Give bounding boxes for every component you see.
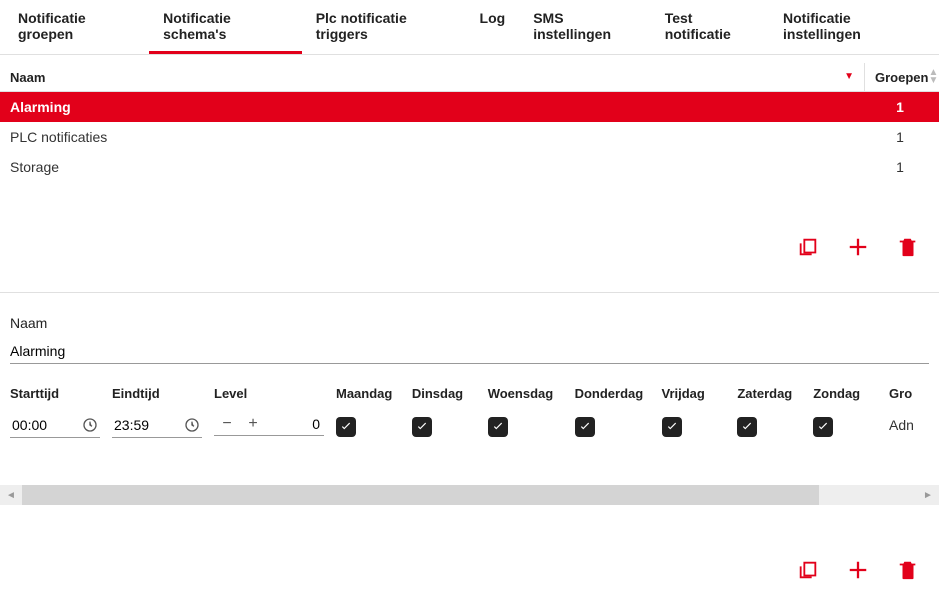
col-zondag: Zondag: [813, 386, 877, 441]
checkbox-donderdag[interactable]: [575, 417, 595, 437]
delete-icon[interactable]: [897, 236, 919, 258]
clock-icon[interactable]: [82, 417, 98, 433]
checkbox-maandag[interactable]: [336, 417, 356, 437]
cell-groepen: 1: [871, 159, 929, 175]
tab-notificatie-schemas[interactable]: Notificatie schema's: [149, 0, 302, 54]
tab-sms-instellingen[interactable]: SMS instellingen: [519, 0, 650, 54]
scroll-left-button[interactable]: ◄: [0, 485, 22, 505]
header-zaterdag: Zaterdag: [737, 386, 801, 413]
add-icon[interactable]: [847, 559, 869, 581]
add-icon[interactable]: [847, 236, 869, 258]
column-header-groepen-label: Groepen: [875, 70, 928, 85]
col-donderdag: Donderdag: [575, 386, 650, 441]
table-row[interactable]: PLC notificaties 1: [0, 122, 939, 152]
column-header-groepen[interactable]: Groepen ▲▼: [865, 63, 939, 91]
header-maandag: Maandag: [336, 386, 400, 413]
cell-naam: Storage: [10, 159, 871, 175]
header-dinsdag: Dinsdag: [412, 386, 476, 413]
tab-log[interactable]: Log: [466, 0, 520, 54]
col-level: Level − +: [214, 386, 324, 441]
copy-icon[interactable]: [797, 236, 819, 258]
schedule-grid: Starttijd Eindtijd Level − + Maandag Din…: [0, 386, 939, 441]
col-eindtijd: Eindtijd: [112, 386, 202, 441]
starttijd-input[interactable]: [10, 413, 100, 438]
groep-overflow-value: Adn: [889, 413, 929, 433]
schedule-actions: [0, 545, 939, 595]
col-vrijdag: Vrijdag: [662, 386, 726, 441]
cell-naam: Alarming: [10, 99, 871, 115]
scroll-track[interactable]: [22, 485, 917, 505]
copy-icon[interactable]: [797, 559, 819, 581]
table-row[interactable]: Alarming 1: [0, 92, 939, 122]
checkbox-zondag[interactable]: [813, 417, 833, 437]
sort-icon-naam[interactable]: ▼: [844, 73, 854, 81]
header-groep-overflow: Gro: [889, 386, 929, 413]
col-starttijd: Starttijd: [10, 386, 100, 441]
sort-icon-groepen[interactable]: ▲▼: [928, 69, 938, 85]
tab-test-notificatie[interactable]: Test notificatie: [651, 0, 769, 54]
checkbox-zaterdag[interactable]: [737, 417, 757, 437]
table-row[interactable]: Storage 1: [0, 152, 939, 182]
checkbox-woensdag[interactable]: [488, 417, 508, 437]
header-zondag: Zondag: [813, 386, 877, 413]
horizontal-scrollbar[interactable]: ◄ ►: [0, 485, 939, 505]
cell-groepen: 1: [871, 129, 929, 145]
header-starttijd: Starttijd: [10, 386, 100, 413]
starttijd-value[interactable]: [12, 417, 64, 433]
header-woensdag: Woensdag: [488, 386, 563, 413]
clock-icon[interactable]: [184, 417, 200, 433]
header-vrijdag: Vrijdag: [662, 386, 726, 413]
header-level: Level: [214, 386, 324, 413]
eindtijd-input[interactable]: [112, 413, 202, 438]
column-header-naam[interactable]: Naam ▼: [0, 63, 865, 91]
header-eindtijd: Eindtijd: [112, 386, 202, 413]
col-zaterdag: Zaterdag: [737, 386, 801, 441]
schema-table-body: Alarming 1 PLC notificaties 1 Storage 1: [0, 92, 939, 182]
header-donderdag: Donderdag: [575, 386, 650, 413]
scroll-right-button[interactable]: ►: [917, 485, 939, 505]
naam-label: Naam: [0, 315, 939, 331]
naam-input[interactable]: [10, 339, 929, 364]
schema-actions: [0, 222, 939, 272]
level-input[interactable]: − +: [214, 413, 324, 436]
cell-groepen: 1: [871, 99, 929, 115]
section-divider: [0, 292, 939, 293]
eindtijd-value[interactable]: [114, 417, 166, 433]
delete-icon[interactable]: [897, 559, 919, 581]
checkbox-dinsdag[interactable]: [412, 417, 432, 437]
col-groep-overflow: Gro Adn: [889, 386, 929, 441]
scroll-thumb[interactable]: [22, 485, 819, 505]
level-increment[interactable]: +: [244, 415, 262, 433]
schema-table-header: Naam ▼ Groepen ▲▼: [0, 63, 939, 92]
checkbox-vrijdag[interactable]: [662, 417, 682, 437]
level-decrement[interactable]: −: [218, 415, 236, 433]
column-header-naam-label: Naam: [10, 70, 45, 85]
col-maandag: Maandag: [336, 386, 400, 441]
col-dinsdag: Dinsdag: [412, 386, 476, 441]
level-value[interactable]: [270, 416, 320, 432]
tab-plc-notificatie-triggers[interactable]: Plc notificatie triggers: [302, 0, 466, 54]
cell-naam: PLC notificaties: [10, 129, 871, 145]
tab-notificatie-instellingen[interactable]: Notificatie instellingen: [769, 0, 935, 54]
col-woensdag: Woensdag: [488, 386, 563, 441]
tab-bar: Notificatie groepen Notificatie schema's…: [0, 0, 939, 55]
tab-notificatie-groepen[interactable]: Notificatie groepen: [4, 0, 149, 54]
